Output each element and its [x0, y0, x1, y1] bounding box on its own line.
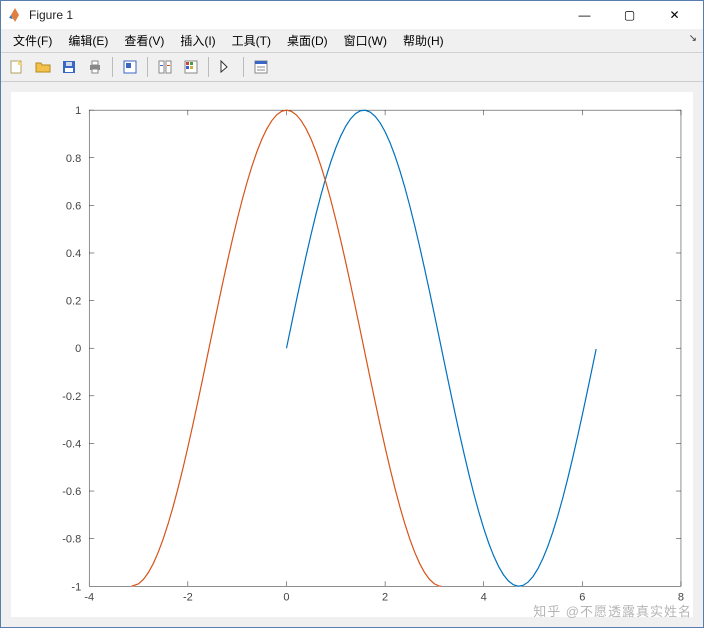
axes[interactable]: -4 -2 0 2 4 6 8 -1 -0.8 -0.6 -0.4 -0.2 0 0.2 0.4 0.6 0.8…	[11, 92, 693, 617]
save-button[interactable]	[57, 55, 81, 79]
menu-file[interactable]: 文件(F)	[5, 29, 60, 52]
x-tick-label: -4	[84, 592, 94, 604]
menu-overflow-icon[interactable]: ↘	[689, 33, 697, 44]
x-tick-label: 0	[283, 592, 289, 604]
toolbar-separator	[112, 57, 113, 77]
y-tick-label: -1	[71, 582, 81, 594]
insert-colorbar-button[interactable]	[179, 55, 203, 79]
titlebar[interactable]: Figure 1 — ▢ ✕	[1, 1, 703, 29]
matlab-logo-icon	[7, 7, 23, 23]
menu-insert[interactable]: 插入(I)	[172, 29, 223, 52]
save-icon	[61, 59, 77, 75]
open-file-button[interactable]	[31, 55, 55, 79]
menu-desktop[interactable]: 桌面(D)	[279, 29, 336, 52]
y-tick-label: 0.4	[66, 248, 81, 260]
print-icon	[87, 59, 103, 75]
menu-view[interactable]: 查看(V)	[116, 29, 172, 52]
window-title: Figure 1	[29, 8, 562, 22]
property-editor-icon	[253, 59, 269, 75]
edit-plot-button[interactable]	[214, 55, 238, 79]
minimize-button[interactable]: —	[562, 1, 607, 29]
print-button[interactable]	[83, 55, 107, 79]
x-tick-label: -2	[183, 592, 193, 604]
y-tick-label: 0.2	[66, 296, 81, 308]
maximize-button[interactable]: ▢	[607, 1, 652, 29]
y-tick-label: -0.2	[62, 391, 81, 403]
toolbar-separator	[208, 57, 209, 77]
figure-window: Figure 1 — ▢ ✕ 文件(F) 编辑(E) 查看(V) 插入(I) 工…	[0, 0, 704, 628]
x-tick-label: 2	[382, 592, 388, 604]
menubar: 文件(F) 编辑(E) 查看(V) 插入(I) 工具(T) 桌面(D) 窗口(W…	[1, 29, 703, 53]
menu-tools[interactable]: 工具(T)	[224, 29, 279, 52]
y-tick-label: -0.6	[62, 487, 81, 499]
x-tick-label: 6	[579, 592, 585, 604]
toolbar-separator	[243, 57, 244, 77]
menu-window[interactable]: 窗口(W)	[336, 29, 395, 52]
series-line	[286, 111, 596, 587]
y-tick-label: 0.6	[66, 201, 81, 213]
y-tick-label: -0.4	[62, 439, 81, 451]
y-tick-label: -0.8	[62, 534, 81, 546]
new-figure-icon	[9, 59, 25, 75]
y-tick-label: 0	[75, 344, 81, 356]
menu-edit[interactable]: 编辑(E)	[60, 29, 116, 52]
menu-help[interactable]: 帮助(H)	[395, 29, 452, 52]
link-plot-icon	[157, 59, 173, 75]
toolbar	[1, 53, 703, 82]
y-tick-label: 0.8	[66, 153, 81, 165]
toolbar-separator	[147, 57, 148, 77]
link-plot-button[interactable]	[153, 55, 177, 79]
x-tick-label: 8	[678, 592, 684, 604]
new-figure-button[interactable]	[5, 55, 29, 79]
close-button[interactable]: ✕	[652, 1, 697, 29]
edit-plot-icon	[218, 59, 234, 75]
property-editor-button[interactable]	[249, 55, 273, 79]
insert-colorbar-icon	[183, 59, 199, 75]
data-cursor-button[interactable]	[118, 55, 142, 79]
open-file-icon	[35, 59, 51, 75]
data-cursor-icon	[122, 59, 138, 75]
axes-container[interactable]: -4 -2 0 2 4 6 8 -1 -0.8 -0.6 -0.4 -0.2 0 0.2 0.4 0.6 0.8…	[11, 92, 693, 617]
series-line	[132, 111, 442, 587]
plot-area: -4 -2 0 2 4 6 8 -1 -0.8 -0.6 -0.4 -0.2 0 0.2 0.4 0.6 0.8…	[1, 82, 703, 627]
y-tick-label: 1	[75, 106, 81, 118]
x-tick-label: 4	[481, 592, 487, 604]
